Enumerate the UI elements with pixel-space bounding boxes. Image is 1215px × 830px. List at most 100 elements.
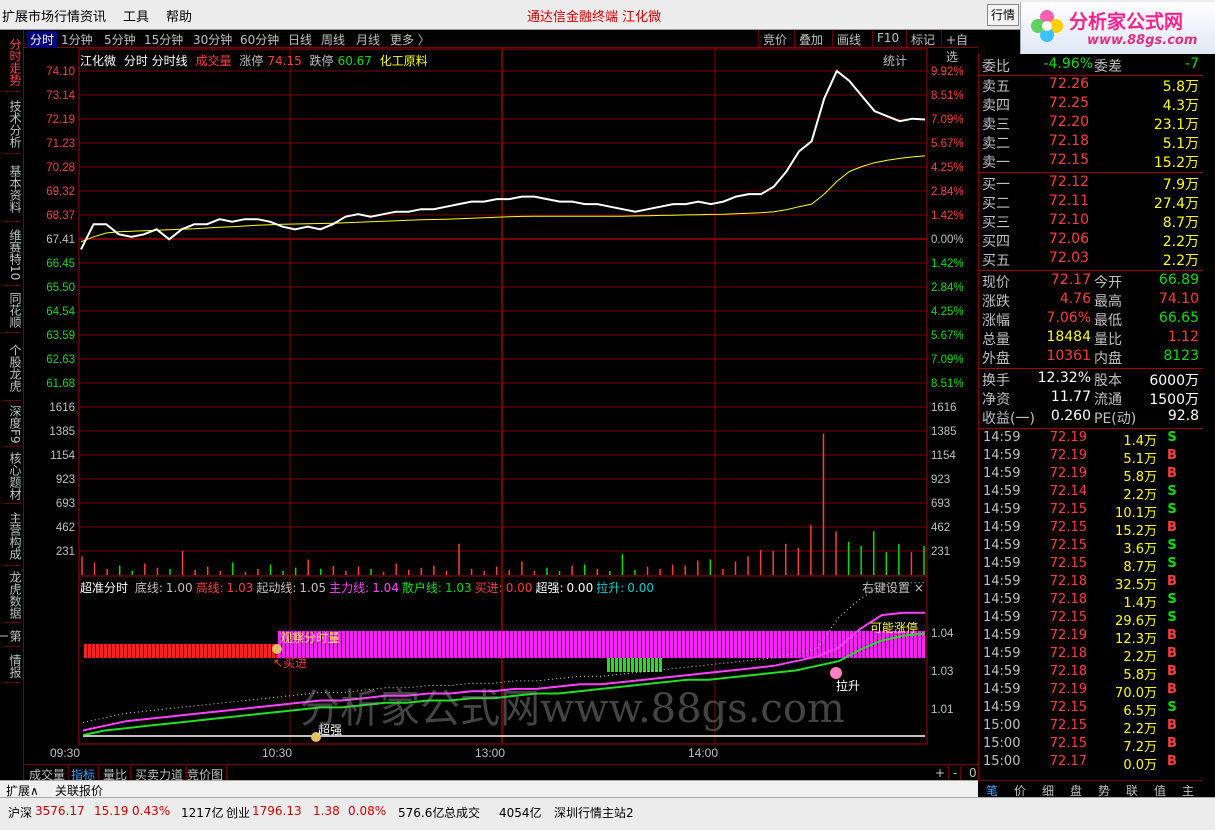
stat-button[interactable]: 统计 [883, 52, 907, 69]
percent-axis-label: 5.67% [931, 138, 964, 150]
buy-row[interactable]: 买四 72.06 2.2万 [979, 231, 1203, 250]
buy-row[interactable]: 买三 72.10 8.7万 [979, 212, 1203, 231]
main-force-bar [474, 631, 477, 658]
tick-side: S [1167, 538, 1177, 553]
main-force-bar [590, 631, 593, 658]
tick-price: 72.18 [1049, 646, 1087, 661]
zoom-button-1[interactable]: - [950, 766, 962, 780]
volume-axis-label: 1385 [49, 426, 75, 438]
server-name[interactable]: 深圳行情主站2 [554, 804, 634, 821]
tick-time: 14:59 [983, 610, 1021, 625]
buy-zone-bar [152, 644, 155, 658]
volume-axis-label: 1616 [49, 402, 75, 414]
main-force-bar [898, 631, 901, 658]
main-force-bar [438, 631, 441, 658]
main-force-bar [886, 631, 889, 658]
volume-axis-label-right: 462 [931, 522, 950, 534]
quote-row: 涨跌 4.76 最高 74.10 [979, 291, 1203, 310]
percent-axis-label: 1.42% [931, 258, 964, 270]
main-force-bar [370, 631, 373, 658]
sh-sz-change: 15.19 [94, 804, 129, 818]
buy-zone-bar [136, 644, 139, 658]
indicator-setting-button[interactable]: 右键设置 × [862, 579, 924, 596]
price-axis-label: 65.50 [46, 282, 75, 294]
tick-volume: 2.2万 [1123, 650, 1157, 665]
buy-label: 买一 [982, 177, 1010, 193]
main-force-bar [722, 631, 725, 658]
buy-zone-bar [216, 644, 219, 658]
buy-zone-bar [116, 644, 119, 658]
separator [979, 368, 1203, 369]
quote-value-2: 1.12 [1167, 329, 1199, 345]
indicator-label-2: 起动线: [256, 581, 297, 595]
main-force-bar [422, 631, 425, 658]
main-force-bar [834, 631, 837, 658]
price-axis-label: 69.32 [46, 186, 75, 198]
limit-up-label: 涨停 [239, 54, 264, 68]
volume-axis-label-right: 1385 [931, 426, 957, 438]
buy-zone-bar [128, 644, 131, 658]
sell-row[interactable]: 卖三 72.20 23.1万 [979, 114, 1203, 133]
tick-side: B [1167, 646, 1177, 661]
main-force-bar [482, 631, 485, 658]
price-axis-label: 72.19 [46, 114, 75, 126]
buy-row[interactable]: 买二 72.11 27.4万 [979, 193, 1203, 212]
sell-row[interactable]: 卖五 72.26 5.8万 [979, 76, 1203, 95]
quote-value: 10361 [1046, 348, 1091, 364]
main-force-bar [466, 631, 469, 658]
main-force-bar [830, 631, 833, 658]
main-force-bar [442, 631, 445, 658]
maybe-limit-annotation: 可能涨停 [870, 620, 918, 635]
zoom-button-0[interactable]: + [932, 766, 950, 780]
percent-axis-label: 1.42% [931, 210, 964, 222]
tick-side: B [1167, 574, 1177, 589]
tick-price: 72.15 [1049, 538, 1087, 553]
buy-row[interactable]: 买一 72.12 7.9万 [979, 174, 1203, 193]
main-force-bar [382, 631, 385, 658]
indicator-value-5: 0.00 [505, 581, 533, 595]
volume-axis-label: 923 [56, 474, 75, 486]
sell-price: 72.15 [1048, 152, 1089, 168]
buy-zone-bar [96, 644, 99, 658]
indicator-name: 超准分时 [80, 581, 129, 595]
tick-volume: 1.4万 [1123, 596, 1157, 611]
retail-bar [643, 658, 646, 672]
fundamental-label-2: 流通 [1094, 392, 1122, 408]
tick-time: 15:00 [983, 718, 1021, 733]
main-force-bar [810, 631, 813, 658]
tick-row: 14:59 72.15 29.6万 S [979, 610, 1203, 629]
buy-zone-bar [180, 644, 183, 658]
main-force-bar [398, 631, 401, 658]
buy-row[interactable]: 买五 72.03 2.2万 [979, 250, 1203, 269]
fundamental-label: 净资 [982, 392, 1010, 408]
tick-time: 14:59 [983, 538, 1021, 553]
indicator-axis-label: 1.01 [931, 704, 953, 716]
sell-label: 卖五 [982, 79, 1010, 95]
observe-annotation: 观察分时量 [280, 631, 340, 645]
sell-row[interactable]: 卖一 72.15 15.2万 [979, 152, 1203, 171]
main-force-bar [802, 631, 805, 658]
buy-price: 72.06 [1048, 231, 1089, 247]
main-force-bar [630, 631, 633, 658]
buy-zone-bar [172, 644, 175, 658]
tick-side: S [1167, 700, 1177, 715]
volume-axis-label-right: 1154 [931, 450, 956, 462]
tick-row: 14:59 72.15 8.7万 S [979, 556, 1203, 575]
volume-label: 成交量 [195, 54, 232, 68]
main-force-bar [662, 631, 665, 658]
tick-side: S [1167, 610, 1177, 625]
tick-price: 72.19 [1049, 628, 1087, 643]
tick-volume: 0.0万 [1123, 758, 1157, 773]
buy-price: 72.03 [1048, 250, 1089, 266]
sell-row[interactable]: 卖二 72.18 5.1万 [979, 133, 1203, 152]
main-force-bar [814, 631, 817, 658]
sell-row[interactable]: 卖四 72.25 4.3万 [979, 95, 1203, 114]
main-force-bar [446, 631, 449, 658]
main-force-bar [522, 631, 525, 658]
main-force-bar [470, 631, 473, 658]
main-force-bar [586, 631, 589, 658]
tick-row: 14:59 72.18 5.8万 B [979, 664, 1203, 683]
tick-side: S [1167, 556, 1177, 571]
watermark-text: 分析家公式网www.88gs.com [300, 686, 845, 732]
indicator-label-1: 高线: [195, 581, 224, 595]
